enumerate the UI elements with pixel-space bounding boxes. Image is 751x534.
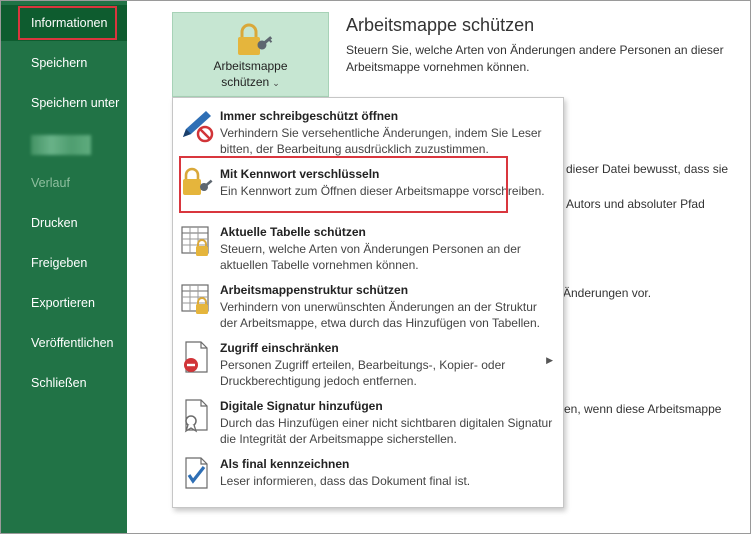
- lock-key-icon: [238, 23, 273, 55]
- protect-workbook-button[interactable]: Arbeitsmappe schützen ⌄: [172, 12, 329, 97]
- menu-item-description: Verhindern Sie versehentliche Änderungen…: [220, 126, 542, 156]
- menu-item-description: Verhindern von unerwünschten Änderungen …: [220, 300, 540, 330]
- menu-item-restrict-access[interactable]: Zugriff einschränken Personen Zugriff er…: [173, 335, 563, 393]
- nav-speichern-unter[interactable]: Speichern unter: [1, 85, 127, 121]
- nav-schliessen[interactable]: Schließen: [1, 365, 127, 401]
- backstage-sidebar: Informationen Speichern Speichern unter …: [1, 1, 127, 533]
- menu-item-title: Als final kennzeichnen: [220, 457, 350, 471]
- menu-item-title: Digitale Signatur hinzufügen: [220, 399, 383, 413]
- sheet-lock-icon: [181, 226, 209, 256]
- menu-item-title: Aktuelle Tabelle schützen: [220, 225, 366, 239]
- background-text: Änderungen vor.: [563, 286, 652, 300]
- menu-item-mark-as-final[interactable]: Als final kennzeichnen Leser informieren…: [173, 451, 563, 509]
- submenu-arrow-icon: ▶: [546, 355, 553, 365]
- nav-drucken[interactable]: Drucken: [1, 205, 127, 241]
- menu-item-description: Leser informieren, dass das Dokument fin…: [220, 474, 471, 488]
- menu-item-description: Steuern, welche Arten von Änderungen Per…: [220, 242, 521, 272]
- background-text: Autors und absoluter Pfad: [566, 197, 705, 211]
- section-title: Arbeitsmappe schützen: [346, 15, 535, 35]
- backstage-view: Informationen Speichern Speichern unter …: [0, 0, 751, 534]
- menu-item-title: Arbeitsmappenstruktur schützen: [220, 283, 409, 297]
- document-signature-icon: [184, 399, 208, 433]
- menu-item-encrypt-with-password[interactable]: Mit Kennwort verschlüsseln Ein Kennwort …: [173, 161, 563, 219]
- menu-item-always-read-only[interactable]: Immer schreibgeschützt öffnen Verhindern…: [173, 103, 563, 161]
- pen-forbidden-icon: [183, 111, 214, 143]
- nav-speichern[interactable]: Speichern: [1, 45, 127, 81]
- document-restrict-icon: [184, 341, 208, 373]
- protect-workbook-menu: Immer schreibgeschützt öffnen Verhindern…: [172, 97, 564, 508]
- menu-item-protect-current-sheet[interactable]: Aktuelle Tabelle schützen Steuern, welch…: [173, 219, 563, 277]
- lock-key-icon: [183, 167, 213, 195]
- background-text: dieser Datei bewusst, dass sie: [566, 162, 729, 176]
- protect-button-label: Arbeitsmappe schützen ⌄: [213, 59, 288, 89]
- menu-item-description: Ein Kennwort zum Öffnen dieser Arbeitsma…: [220, 184, 545, 198]
- menu-item-description: Personen Zugriff erteilen, Bearbeitungs-…: [220, 358, 506, 388]
- nav-veroeffentlichen[interactable]: Veröffentlichen: [1, 325, 127, 361]
- chevron-down-icon: ⌄: [272, 78, 280, 88]
- menu-item-description: Durch das Hinzufügen einer nicht sichtba…: [220, 416, 553, 446]
- background-text: en, wenn diese Arbeitsmappe: [564, 402, 722, 416]
- nav-freigeben[interactable]: Freigeben: [1, 245, 127, 281]
- nav-verlauf: Verlauf: [31, 176, 70, 190]
- nav-exportieren[interactable]: Exportieren: [1, 285, 127, 321]
- menu-item-title: Mit Kennwort verschlüsseln: [220, 167, 380, 181]
- menu-item-add-digital-signature[interactable]: Digitale Signatur hinzufügen Durch das H…: [173, 393, 563, 451]
- document-checkmark-icon: [185, 457, 208, 489]
- section-description: Steuern Sie, welche Arten von Änderungen…: [346, 43, 724, 74]
- nav-informationen[interactable]: Informationen: [1, 5, 127, 41]
- workbook-structure-lock-icon: [181, 284, 209, 314]
- menu-item-title: Immer schreibgeschützt öffnen: [220, 109, 399, 123]
- nav-blurred-item[interactable]: [31, 135, 91, 155]
- menu-item-protect-workbook-structure[interactable]: Arbeitsmappenstruktur schützen Verhinder…: [173, 277, 563, 335]
- menu-item-title: Zugriff einschränken: [220, 341, 339, 355]
